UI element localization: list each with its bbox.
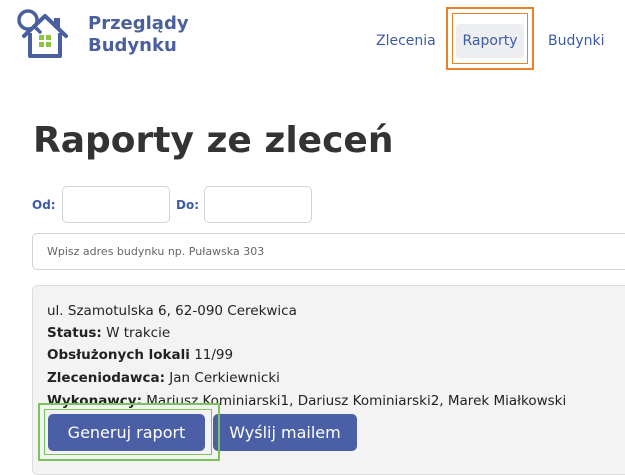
report-address: ul. Szamotulska 6, 62-090 Cerekwica — [47, 303, 297, 319]
generate-button-highlight-inner — [44, 409, 212, 455]
client-label: Zleceniodawca: — [47, 370, 165, 386]
date-from-input[interactable] — [62, 186, 170, 223]
client-value: Jan Cerkiewnicki — [165, 370, 280, 386]
brand-line-2: Budynku — [88, 35, 177, 56]
status-value: W trakcie — [101, 325, 171, 341]
nav-link-zlecenia[interactable]: Zlecenia — [376, 33, 436, 49]
report-status: Status: W trakcie — [47, 325, 170, 341]
units-label: Obsłużonych lokali — [47, 347, 190, 363]
status-label: Status: — [47, 325, 102, 341]
send-email-button[interactable]: Wyślij mailem — [213, 414, 357, 451]
brand-line-1: Przeglądy — [88, 13, 189, 34]
date-to-input[interactable] — [204, 186, 312, 223]
nav-link-raporty[interactable]: Raporty — [456, 24, 524, 58]
units-value: 11/99 — [189, 347, 234, 363]
report-client: Zleceniodawca: Jan Cerkiewnicki — [47, 370, 280, 386]
report-units: Obsłużonych lokali 11/99 — [47, 347, 233, 363]
house-logo-icon — [17, 9, 68, 58]
date-from-label: Od: — [32, 198, 56, 212]
building-address-search-input[interactable] — [32, 233, 625, 270]
brand-name[interactable]: Przeglądy Budynku — [88, 13, 189, 57]
page-title: Raporty ze zleceń — [33, 120, 394, 161]
nav-link-budynki[interactable]: Budynki — [548, 33, 605, 49]
date-to-label: Do: — [176, 198, 200, 212]
